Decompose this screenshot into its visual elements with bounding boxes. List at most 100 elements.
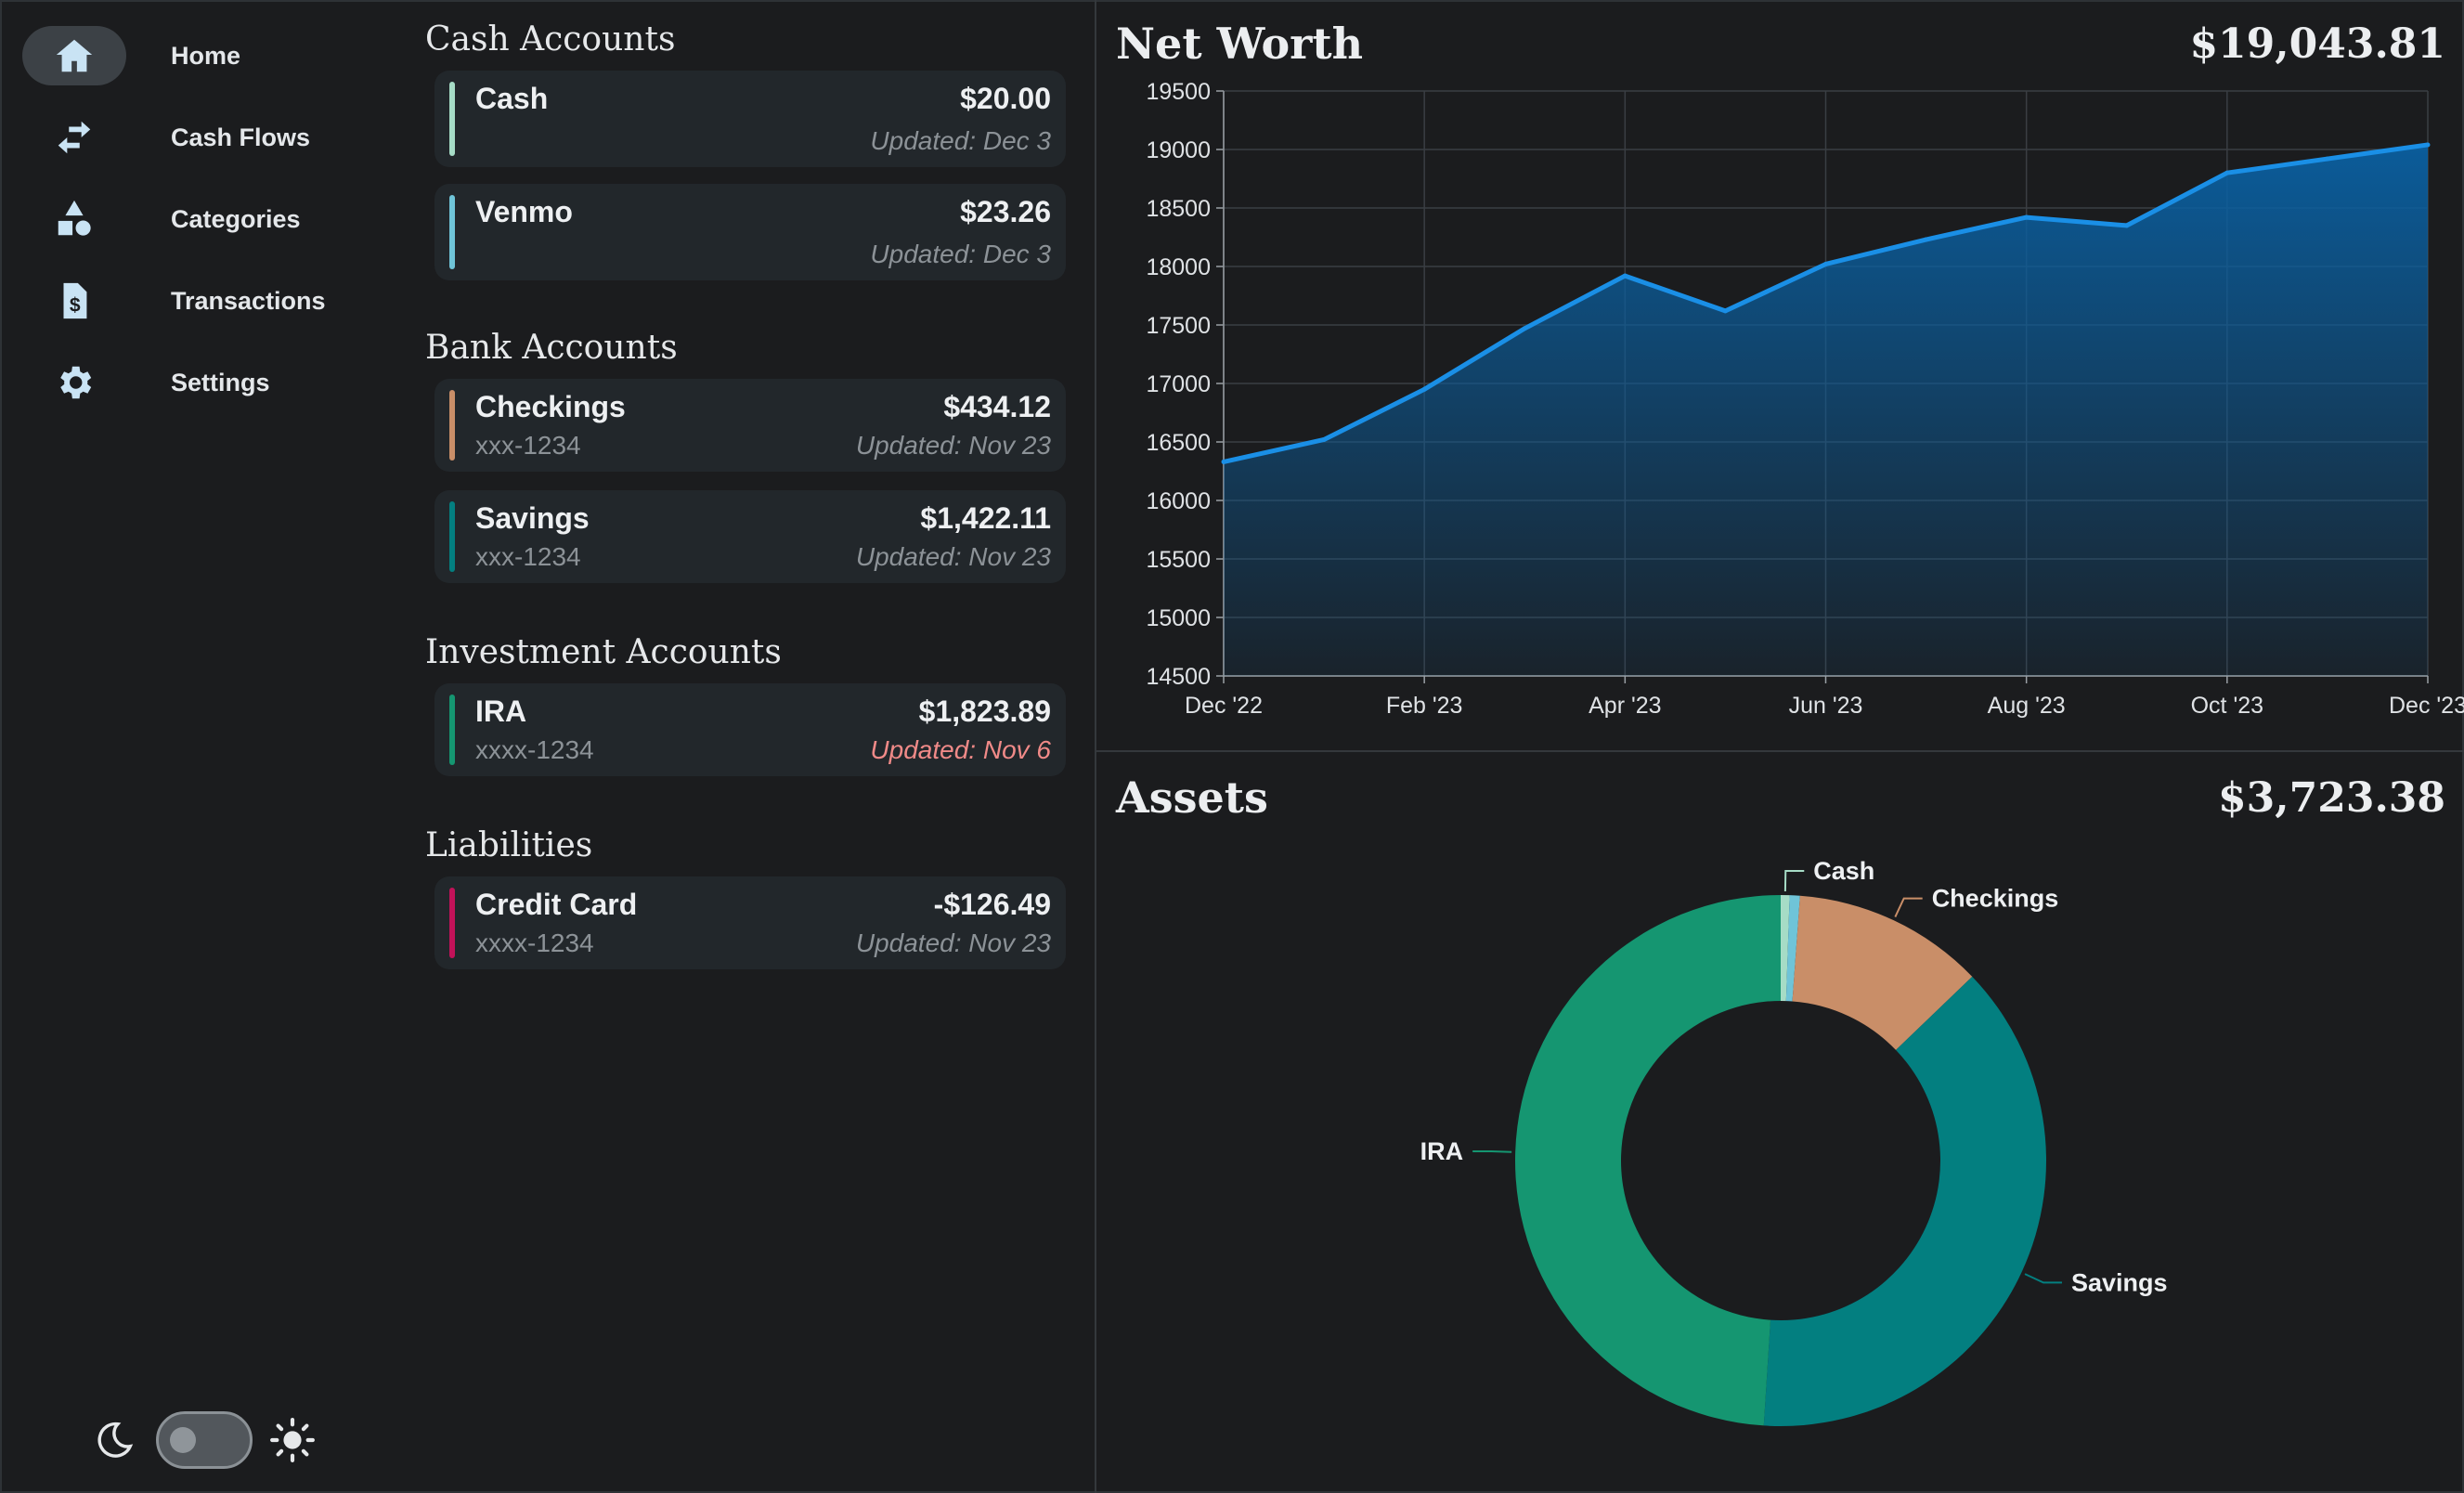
sidebar-item-label: Home bbox=[171, 41, 241, 70]
data-point bbox=[1522, 326, 1527, 331]
account-name: Venmo bbox=[475, 195, 573, 228]
data-point bbox=[2224, 170, 2230, 175]
assets-title: Assets bbox=[1116, 772, 1268, 823]
account-amount: -$126.49 bbox=[933, 888, 1051, 921]
account-number: xxx-1234 bbox=[475, 542, 581, 571]
sidebar-item-categories[interactable]: Categories bbox=[22, 189, 375, 249]
y-tick-label: 15000 bbox=[1146, 605, 1211, 631]
account-card-ira[interactable]: IRA $1,823.89 xxxx-1234 Updated: Nov 6 bbox=[434, 683, 1066, 776]
account-number: xxxx-1234 bbox=[475, 735, 594, 764]
y-tick-label: 16000 bbox=[1146, 488, 1211, 514]
assets-donut-chart: Cash Checkings Savings IRA bbox=[1420, 857, 2168, 1426]
gear-icon bbox=[60, 366, 92, 399]
sidebar-item-label: Transactions bbox=[171, 286, 326, 315]
slice-label: Checkings bbox=[1932, 885, 2059, 913]
x-tick-label: Apr '23 bbox=[1589, 693, 1661, 719]
panel-divider bbox=[1096, 750, 2464, 752]
gear-icon-pill bbox=[22, 353, 126, 412]
sun-icon bbox=[270, 1418, 315, 1462]
account-name: Credit Card bbox=[475, 888, 638, 921]
y-tick-label: 19000 bbox=[1146, 137, 1211, 163]
arrows-swap-icon bbox=[58, 121, 91, 154]
data-point bbox=[1421, 386, 1427, 392]
sidebar-item-label: Settings bbox=[171, 368, 270, 396]
sidebar-item-transactions[interactable]: $ Transactions bbox=[22, 271, 375, 331]
donut-slice bbox=[1515, 895, 1781, 1426]
account-card-cash[interactable]: Cash $20.00 Updated: Dec 3 bbox=[434, 71, 1066, 167]
section-title-cash-accounts: Cash Accounts bbox=[425, 20, 676, 58]
shapes-icon bbox=[58, 200, 91, 236]
account-updated: Updated: Dec 3 bbox=[870, 126, 1051, 155]
account-updated: Updated: Dec 3 bbox=[870, 240, 1051, 268]
account-card-checkings[interactable]: Checkings $434.12 xxx-1234 Updated: Nov … bbox=[434, 379, 1066, 472]
sidebar-item-home[interactable]: Home bbox=[22, 26, 375, 85]
sidebar-item-settings[interactable]: Settings bbox=[22, 353, 375, 412]
x-tick-label: Dec '22 bbox=[1185, 693, 1263, 719]
account-amount: $1,823.89 bbox=[918, 695, 1051, 728]
y-tick-label: 17500 bbox=[1146, 313, 1211, 339]
section-title-investment-accounts: Investment Accounts bbox=[425, 633, 782, 671]
net-worth-chart: 14500 15000 15500 16000 16500 17000 17500 18000… bbox=[1146, 79, 2464, 719]
receipt-dollar-icon-pill: $ bbox=[22, 271, 126, 331]
y-tick-label: 18500 bbox=[1146, 196, 1211, 222]
theme-toggle[interactable] bbox=[156, 1411, 253, 1469]
svg-text:$: $ bbox=[70, 295, 81, 317]
slice-leader-line bbox=[2024, 1273, 2062, 1284]
sidebar-item-cash-flows[interactable]: Cash Flows bbox=[22, 108, 375, 167]
x-tick-label: Feb '23 bbox=[1386, 693, 1463, 719]
x-tick-label: Dec '23 bbox=[2389, 693, 2464, 719]
account-amount: $23.26 bbox=[960, 195, 1051, 228]
account-color-bar bbox=[449, 695, 455, 765]
data-point bbox=[2425, 142, 2431, 148]
account-updated: Updated: Nov 23 bbox=[855, 928, 1051, 957]
account-name: IRA bbox=[475, 695, 527, 728]
account-color-bar bbox=[449, 501, 455, 572]
net-worth-title: Net Worth bbox=[1116, 19, 1364, 69]
account-card-venmo[interactable]: Venmo $23.26 Updated: Dec 3 bbox=[434, 184, 1066, 280]
account-updated-stale: Updated: Nov 6 bbox=[870, 735, 1051, 764]
account-card-credit-card[interactable]: Credit Card -$126.49 xxxx-1234 Updated: … bbox=[434, 876, 1066, 969]
donut-slice bbox=[1763, 976, 2046, 1426]
slice-label: Savings bbox=[2071, 1268, 2168, 1296]
y-tick-label: 18000 bbox=[1146, 254, 1211, 280]
section-title-liabilities: Liabilities bbox=[425, 826, 593, 864]
data-point bbox=[2325, 156, 2330, 162]
home-icon bbox=[56, 39, 93, 72]
assets-value: $3,723.38 bbox=[2218, 774, 2445, 822]
data-point bbox=[1622, 273, 1628, 279]
account-card-savings[interactable]: Savings $1,422.11 xxx-1234 Updated: Nov … bbox=[434, 490, 1066, 583]
y-tick-label: 17000 bbox=[1146, 371, 1211, 397]
data-point bbox=[2024, 214, 2030, 220]
toggle-knob bbox=[170, 1427, 196, 1453]
data-point bbox=[1924, 237, 1929, 242]
sidebar-item-label: Categories bbox=[171, 204, 301, 233]
shapes-icon-pill bbox=[22, 189, 126, 249]
account-name: Checkings bbox=[475, 390, 626, 423]
data-point bbox=[1823, 261, 1828, 266]
y-tick-label: 14500 bbox=[1146, 664, 1211, 690]
net-worth-value: $19,043.81 bbox=[2189, 20, 2445, 68]
section-title-bank-accounts: Bank Accounts bbox=[425, 329, 678, 367]
account-color-bar bbox=[449, 390, 455, 461]
slice-leader-line bbox=[1472, 1150, 1512, 1153]
account-amount: $1,422.11 bbox=[920, 501, 1051, 535]
slice-leader-line bbox=[1894, 897, 1923, 917]
y-tick-label: 19500 bbox=[1146, 79, 1211, 105]
account-amount: $434.12 bbox=[943, 390, 1051, 423]
theme-toggle-row bbox=[93, 1409, 316, 1471]
account-updated: Updated: Nov 23 bbox=[855, 542, 1051, 571]
sidebar-item-label: Cash Flows bbox=[171, 123, 311, 151]
x-tick-label: Jun '23 bbox=[1789, 693, 1863, 719]
y-tick-label: 16500 bbox=[1146, 430, 1211, 456]
slice-leader-line bbox=[1783, 870, 1805, 892]
data-point bbox=[1321, 436, 1327, 442]
slice-label: Cash bbox=[1813, 857, 1874, 885]
account-color-bar bbox=[449, 82, 455, 156]
x-tick-label: Oct '23 bbox=[2191, 693, 2263, 719]
account-updated: Updated: Nov 23 bbox=[855, 431, 1051, 460]
account-color-bar bbox=[449, 195, 455, 269]
arrows-swap-icon-pill bbox=[22, 108, 126, 167]
data-point bbox=[1722, 308, 1728, 314]
moon-icon bbox=[97, 1422, 134, 1458]
account-color-bar bbox=[449, 888, 455, 958]
